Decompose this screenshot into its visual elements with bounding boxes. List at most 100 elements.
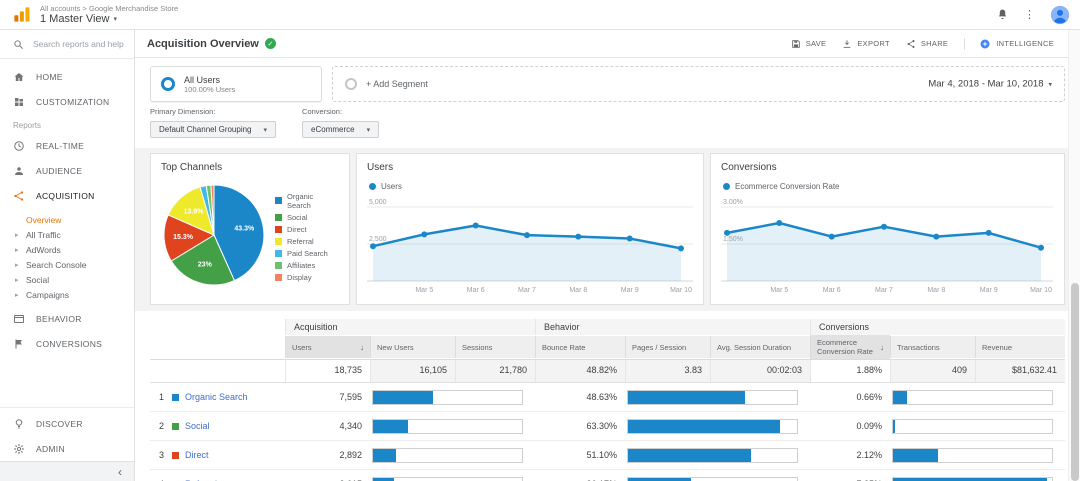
- segment-all-users[interactable]: All Users 100.00% Users: [150, 66, 322, 102]
- total-pages-session: 3.83: [625, 360, 710, 382]
- bar-track: [372, 419, 523, 434]
- expand-arrow-icon: ▸: [15, 246, 26, 254]
- column-header-label: Revenue: [982, 343, 1012, 352]
- conversions-legend: Ecommerce Conversion Rate: [723, 182, 1054, 191]
- main-content: Acquisition Overview ✓ SAVEEXPORTSHAREIN…: [135, 30, 1080, 481]
- legend-swatch-icon: [275, 226, 282, 233]
- sidebar-item-social[interactable]: ▸Social: [0, 272, 134, 287]
- channel-swatch-icon: [172, 394, 179, 401]
- svg-text:Mar 10: Mar 10: [1030, 287, 1052, 294]
- legend-label: Users: [381, 182, 402, 191]
- users-bar: [370, 448, 535, 463]
- sidebar-item-campaigns[interactable]: ▸Campaigns: [0, 287, 134, 302]
- panel-title: Conversions: [721, 162, 1054, 173]
- channel-link[interactable]: Organic Search: [185, 392, 248, 402]
- column-header-bounce-rate[interactable]: Bounce Rate: [535, 336, 625, 358]
- top-channels-panel: Top Channels 43.3%23%15.3%13.9% Organic …: [150, 153, 350, 305]
- row-rank: 2: [159, 421, 166, 431]
- column-header-label: Bounce Rate: [542, 343, 585, 352]
- table-row-referral: 4Referral2,61526.17%7.25%: [150, 470, 1065, 481]
- add-segment-button[interactable]: + Add Segment Mar 4, 2018 - Mar 10, 2018…: [332, 66, 1065, 102]
- legend-dot-icon: [723, 183, 730, 190]
- sidebar-item-audience[interactable]: AUDIENCE: [0, 158, 134, 183]
- conversion-control: Conversion: eCommerce ▾: [302, 107, 379, 138]
- column-header-spacer: [150, 336, 285, 358]
- legend-swatch-icon: [275, 262, 282, 269]
- sidebar-item-label: DISCOVER: [36, 419, 83, 429]
- sidebar-item-acquisition[interactable]: ACQUISITION: [0, 183, 134, 208]
- row-rank: 1: [159, 392, 166, 402]
- legend-item-display: Display: [275, 273, 339, 282]
- bar-fill: [893, 420, 895, 433]
- account-breadcrumb-block: All accounts > Google Merchandise Store …: [40, 4, 178, 26]
- svg-text:Mar 8: Mar 8: [569, 287, 587, 294]
- sidebar-search[interactable]: Search reports and help: [0, 30, 134, 59]
- bounce-rate-bar: [625, 477, 810, 481]
- channel-link[interactable]: Direct: [185, 450, 209, 460]
- vertical-scrollbar[interactable]: [1068, 30, 1080, 481]
- column-header-label: Users: [292, 343, 312, 352]
- pie-legend: Organic SearchSocialDirectReferralPaid S…: [275, 192, 339, 282]
- column-header-new-users[interactable]: New Users: [370, 336, 455, 358]
- conversion-rate-bar: [890, 390, 1065, 405]
- sort-desc-icon: ↓: [360, 343, 364, 352]
- view-name[interactable]: 1 Master View: [40, 13, 110, 26]
- column-header-transactions[interactable]: Transactions: [890, 336, 975, 358]
- sidebar-item-all-traffic[interactable]: ▸All Traffic: [0, 227, 134, 242]
- line-chart-svg: 5,0002,500Mar 5Mar 6Mar 7Mar 8Mar 9Mar 1…: [367, 193, 693, 297]
- breadcrumb[interactable]: All accounts > Google Merchandise Store: [40, 4, 178, 13]
- primary-dimension-dropdown[interactable]: Default Channel Grouping ▾: [150, 121, 276, 138]
- sidebar-item-label: BEHAVIOR: [36, 314, 82, 324]
- total-transactions: 409: [890, 360, 975, 382]
- export-button[interactable]: EXPORT: [842, 39, 890, 49]
- conversion-rate-bar: [890, 419, 1065, 434]
- column-header-users[interactable]: Users ↓: [285, 336, 370, 358]
- sidebar-item-real-time[interactable]: REAL-TIME: [0, 133, 134, 158]
- svg-text:Mar 8: Mar 8: [927, 287, 945, 294]
- sidebar-item-search-console[interactable]: ▸Search Console: [0, 257, 134, 272]
- sidebar-item-adwords[interactable]: ▸AdWords: [0, 242, 134, 257]
- discover-icon: [13, 418, 25, 430]
- date-range-selector[interactable]: Mar 4, 2018 - Mar 10, 2018 ▾: [928, 79, 1052, 90]
- sidebar-item-behavior[interactable]: BEHAVIOR: [0, 306, 134, 331]
- sidebar-item-discover[interactable]: DISCOVER: [0, 411, 134, 436]
- column-header-sessions[interactable]: Sessions: [455, 336, 535, 358]
- bar-track: [627, 419, 798, 434]
- column-header-avg-session-duration[interactable]: Avg. Session Duration: [710, 336, 810, 358]
- notifications-bell-icon[interactable]: [996, 8, 1009, 21]
- sidebar-item-label: Campaigns: [26, 290, 69, 300]
- table-row-direct: 3Direct2,89251.10%2.12%: [150, 441, 1065, 470]
- report-body: All Users 100.00% Users + Add Segment Ma…: [135, 58, 1080, 481]
- top-channels-pie-chart: 43.3%23%15.3%13.9%: [161, 179, 269, 294]
- kebab-menu-icon[interactable]: ⋮: [1024, 8, 1035, 21]
- conversions-icon: [13, 338, 25, 350]
- legend-item-direct: Direct: [275, 225, 339, 234]
- column-header-revenue[interactable]: Revenue: [975, 336, 1065, 358]
- page-title: Acquisition Overview: [147, 38, 259, 50]
- conversion-dropdown[interactable]: eCommerce ▾: [302, 121, 379, 138]
- expand-arrow-icon: ▸: [15, 261, 26, 269]
- legend-label: Ecommerce Conversion Rate: [735, 182, 839, 191]
- conversion-rate-value: 2.12%: [810, 450, 890, 460]
- sidebar-item-customization[interactable]: CUSTOMIZATION: [0, 89, 134, 114]
- sidebar-item-label: ACQUISITION: [36, 191, 95, 201]
- column-header-ecommerce-conversion-rate[interactable]: Ecommerce Conversion Rate↓: [810, 335, 890, 359]
- sidebar-item-home[interactable]: HOME: [0, 64, 134, 89]
- row-rank: 3: [159, 450, 166, 460]
- bounce-rate-bar: [625, 419, 810, 434]
- legend-label: Referral: [287, 237, 314, 246]
- save-button[interactable]: SAVE: [791, 39, 827, 49]
- column-header-pages-session[interactable]: Pages / Session: [625, 336, 710, 358]
- sidebar-item-admin[interactable]: ADMIN: [0, 436, 134, 461]
- share-button[interactable]: SHARE: [906, 39, 948, 49]
- sidebar-item-overview[interactable]: Overview: [0, 212, 134, 227]
- avatar[interactable]: [1050, 5, 1070, 25]
- intelligence-button[interactable]: INTELLIGENCE: [964, 38, 1054, 50]
- sidebar-item-conversions[interactable]: CONVERSIONS: [0, 331, 134, 356]
- channel-link[interactable]: Social: [185, 421, 210, 431]
- sidebar-collapse-button[interactable]: ‹: [0, 461, 134, 481]
- scrollbar-thumb[interactable]: [1071, 283, 1079, 481]
- sidebar-item-label: Search Console: [26, 260, 86, 270]
- sidebar-item-label: HOME: [36, 72, 63, 82]
- legend-swatch-icon: [275, 238, 282, 245]
